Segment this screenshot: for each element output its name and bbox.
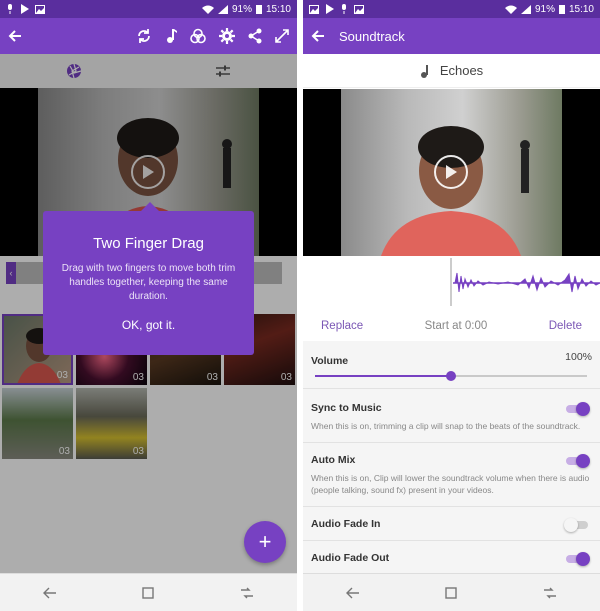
page-title: Soundtrack [339,28,405,44]
tooltip-title: Two Finger Drag [93,235,204,252]
auto-mix-description: When this is on, Clip will lower the sou… [311,473,590,495]
refresh-icon[interactable] [136,28,152,44]
start-at-label: Start at 0:00 [424,320,488,332]
volume-row: Volume 100% [303,341,600,389]
clock: 15:10 [265,3,291,15]
audio-fade-in-row[interactable]: Audio Fade In [303,507,600,541]
ok-got-it-button[interactable]: OK, got it. [57,318,240,332]
home-icon[interactable] [445,586,458,599]
audio-fade-in-label: Audio Fade In [311,518,381,530]
image-icon [309,4,319,14]
replace-button[interactable]: Replace [321,320,363,332]
soundtrack-app-bar: Soundtrack [303,18,600,54]
audio-waveform[interactable] [303,256,600,311]
toggle-knob [576,454,590,468]
expand-icon[interactable] [275,29,289,43]
auto-mix-row[interactable]: Auto Mix When this is on, Clip will lowe… [303,443,600,507]
play-store-icon [325,4,334,14]
soundtrack-actions: Replace Start at 0:00 Delete [303,312,600,340]
recents-icon[interactable] [543,587,557,599]
volume-slider[interactable] [315,371,587,381]
soundtrack-settings: Volume 100% Sync to Music When this is o… [303,341,600,575]
music-note-icon[interactable] [165,28,177,44]
right-phone-screen: 91% 15:10 Soundtrack Echoes Replace Star… [303,0,600,611]
gear-icon[interactable] [219,28,235,44]
song-header: Echoes [303,54,600,88]
back-icon[interactable] [345,587,360,599]
share-icon[interactable] [248,28,262,44]
back-icon[interactable] [42,587,57,599]
two-finger-drag-tooltip: Two Finger Drag Drag with two fingers to… [43,202,254,355]
tooltip-body: Drag with two fingers to move both trim … [61,263,236,302]
mic-icon [340,4,348,14]
battery-percent: 91% [231,3,252,15]
toggle-knob [564,518,578,532]
volume-slider-fill [315,375,451,377]
toggle-knob [576,552,590,566]
android-nav-bar [0,573,297,611]
battery-percent: 91% [534,3,555,15]
toggle-knob [576,402,590,416]
song-name: Echoes [439,63,484,78]
play-button[interactable] [434,155,468,189]
video-preview[interactable] [303,89,600,256]
image-icon [35,4,45,14]
status-bar: 91% 15:10 [0,0,297,18]
sync-to-music-description: When this is on, trimming a clip will sn… [311,421,581,431]
left-phone-screen: 91% 15:10 ‹ 03 03 03 03 03 03 Two Finger… [0,0,297,611]
back-arrow-icon[interactable] [311,29,325,43]
volume-slider-thumb[interactable] [446,371,456,381]
battery-icon [255,4,262,14]
home-icon[interactable] [142,586,155,599]
plus-icon: + [258,529,272,554]
audio-fade-out-toggle[interactable] [564,551,590,566]
wifi-icon [201,5,214,14]
auto-mix-toggle[interactable] [564,453,590,468]
play-store-icon [20,4,29,14]
wifi-icon [504,5,517,14]
signal-icon [217,4,228,14]
add-clip-fab[interactable]: + [244,521,286,563]
signal-icon [520,4,531,14]
volume-label: Volume [311,355,349,367]
auto-mix-label: Auto Mix [311,454,356,466]
back-arrow-icon[interactable] [8,29,22,43]
android-nav-bar [303,573,600,611]
audio-fade-in-toggle[interactable] [564,517,590,532]
status-bar: 91% 15:10 [303,0,600,18]
audio-fade-out-row[interactable]: Audio Fade Out [303,541,600,575]
editor-app-bar [0,18,297,54]
color-filter-icon[interactable] [190,28,206,44]
music-note-icon [420,64,430,78]
recents-icon[interactable] [240,587,254,599]
clock: 15:10 [568,3,594,15]
play-icon [444,164,458,180]
sync-to-music-toggle[interactable] [564,401,590,416]
audio-fade-out-label: Audio Fade Out [311,552,390,564]
volume-value: 100% [565,351,592,363]
sync-to-music-label: Sync to Music [311,402,382,414]
delete-button[interactable]: Delete [549,320,582,332]
battery-icon [558,4,565,14]
image-icon [354,4,364,14]
mic-icon [6,4,14,14]
sync-to-music-row[interactable]: Sync to Music When this is on, trimming … [303,389,600,443]
